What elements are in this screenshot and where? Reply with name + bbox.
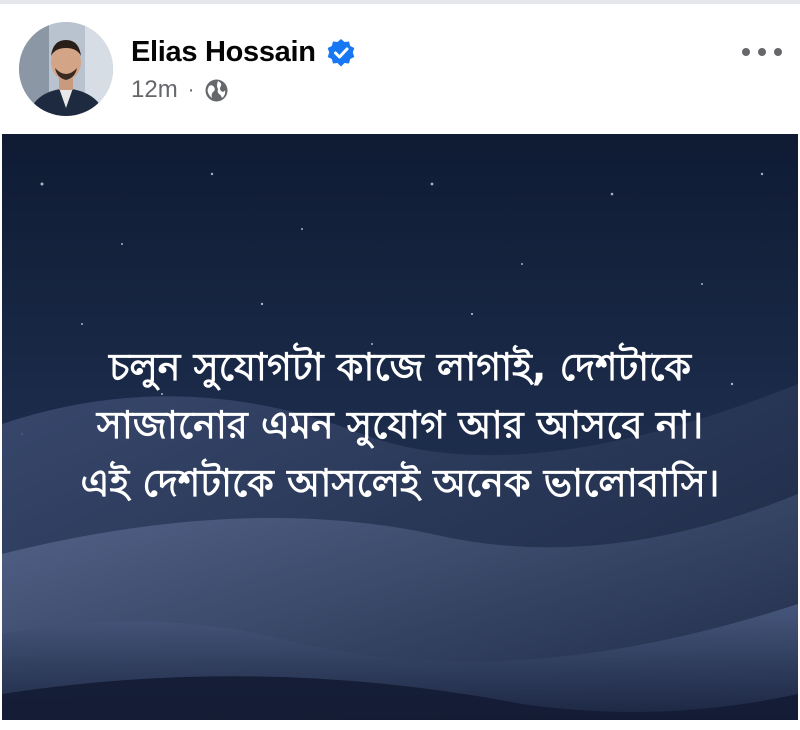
post-bottom-spacer	[0, 720, 800, 730]
more-dot	[774, 48, 782, 56]
author-avatar[interactable]	[19, 22, 113, 116]
more-options-icon[interactable]	[742, 40, 782, 64]
post-meta: 12m ·	[131, 76, 229, 104]
avatar-photo	[19, 22, 113, 116]
author-name[interactable]: Elias Hossain	[131, 36, 316, 69]
more-dot	[742, 48, 750, 56]
more-dot	[758, 48, 766, 56]
verified-badge-icon	[326, 38, 356, 68]
quote-line-3: এই দেশটাকে আসলেই অনেক ভালোবাসি।	[80, 461, 720, 505]
post-image-text: চলুন সুযোগটা কাজে লাগাই, দেশটাকে সাজানোর…	[2, 338, 798, 512]
post-image[interactable]: চলুন সুযোগটা কাজে লাগাই, দেশটাকে সাজানোর…	[2, 134, 798, 720]
post-header: Elias Hossain 12m ·	[0, 4, 800, 132]
quote-line-1: চলুন সুযোগটা কাজে লাগাই, দেশটাকে	[108, 345, 692, 389]
meta-separator: ·	[187, 78, 195, 101]
author-name-row: Elias Hossain	[131, 36, 356, 69]
globe-icon	[204, 78, 229, 103]
post-timestamp[interactable]: 12m	[131, 76, 178, 104]
quote-line-2: সাজানোর এমন সুযোগ আর আসবে না।	[96, 403, 704, 447]
